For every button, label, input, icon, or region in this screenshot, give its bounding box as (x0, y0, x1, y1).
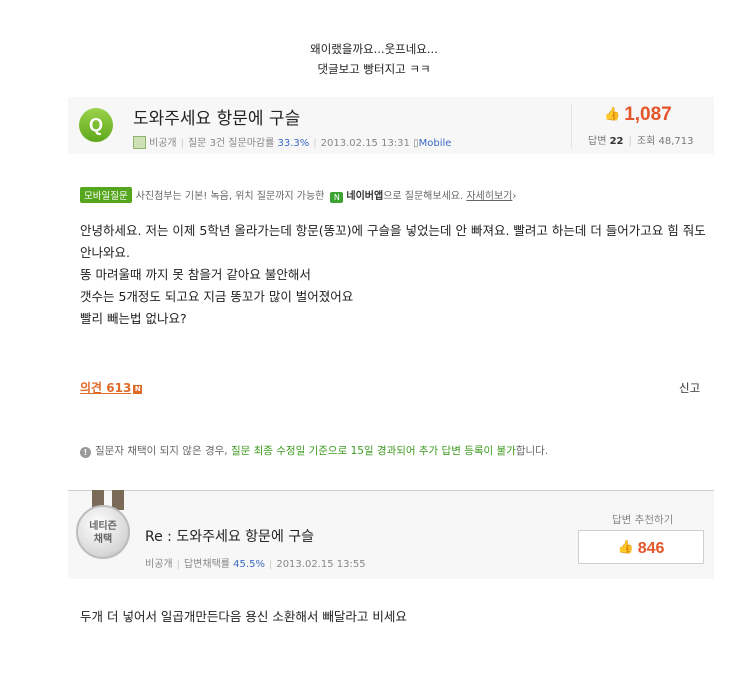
netizen-choice-medal-icon: 네티즌 채택 (76, 505, 130, 559)
mobile-question-tag: 모바일질문 (80, 187, 132, 203)
notice-text-2: 합니다. (515, 445, 549, 457)
mobile-question-bar: 모바일질문 사진첨부는 기본! 녹음, 위치 질문까지 가능한 N 네이버앱으로 질문… (80, 187, 516, 203)
caption-line-1: 왜이랬을까요...웃프네요... (310, 42, 438, 56)
answer-body: 두개 더 넣어서 일곱개만든다음 용신 소환해서 빼달라고 비세요 (80, 609, 407, 624)
naver-app-suffix: 으로 질문해보세요. (383, 191, 464, 202)
new-badge-icon: N (133, 385, 143, 394)
medal-text-1: 네티즌 (89, 521, 117, 532)
medal-text-2: 채택 (93, 534, 113, 545)
question-platform: Mobile (418, 138, 452, 149)
question-q-icon: Q (79, 108, 113, 142)
recommend-count: 846 (637, 540, 665, 557)
question-body-line: 빨리 빼는법 없나요? (80, 311, 187, 326)
report-button[interactable]: 신고 (679, 380, 700, 396)
question-close-rate: 33.3% (277, 138, 310, 149)
answer-meta: 비공개 | 답변채택률 45.5% | 2013.02.15 13:55 (145, 559, 366, 570)
answer-adopt-rate: 45.5% (233, 559, 265, 570)
recommend-label: 답변 추천하기 (612, 514, 674, 526)
answer-title: Re : 도와주세요 항문에 구슬 (145, 529, 315, 545)
more-info-link[interactable]: 자세히보기 (466, 191, 512, 202)
answers-count: 22 (609, 136, 624, 147)
answer-date: 2013.02.15 13:55 (276, 559, 366, 570)
opinion-link[interactable]: 의견 613 N (80, 379, 143, 396)
naver-app-icon: N (330, 192, 344, 203)
question-title[interactable]: 도와주세요 항문에 구슬 (133, 104, 300, 129)
question-body-line: 똥 마려울때 까지 못 참을거 같아요 불안해서 (80, 267, 311, 282)
question-likes[interactable]: 👍 1,087 (604, 104, 672, 126)
views-count: 48,713 (658, 136, 694, 147)
question-date: 2013.02.15 13:31 (320, 138, 410, 149)
thumbs-up-icon: 👍 (617, 539, 634, 554)
chevron-right-icon: › (512, 191, 517, 202)
question-body-line: 갯수는 5개정도 되고요 지금 똥꼬가 많이 벌어졌어요 (80, 289, 354, 304)
naver-app-name: 네이버앱 (346, 191, 384, 202)
notice-text-1: 질문자 채택이 되지 않은 경우, (95, 445, 231, 457)
question-author[interactable]: 비공개 (149, 138, 177, 149)
user-avatar-icon (133, 136, 146, 149)
question-likes-count: 1,087 (624, 104, 672, 125)
answers-label: 답변 (588, 136, 607, 147)
question-counters: 답변 22 | 조회 48,713 (588, 136, 694, 147)
info-icon: ! (80, 447, 91, 458)
question-body: 안녕하세요. 저는 이제 5학년 올라가는데 항문(똥꼬)에 구슬을 넣었는데 … (80, 220, 720, 330)
answer-divider (68, 490, 714, 491)
answer-stats: 답변채택률 (183, 559, 230, 570)
answer-author[interactable]: 비공개 (145, 559, 173, 570)
opinion-label: 의견 613 (80, 381, 132, 395)
answer-closed-notice: ! 질문자 채택이 되지 않은 경우, 질문 최종 수정일 기준으로 15일 경과… (80, 443, 548, 458)
notice-text-highlight: 질문 최종 수정일 기준으로 15일 경과되어 추가 답변 등록이 불가 (230, 445, 516, 457)
thumbs-up-icon: 👍 (604, 106, 621, 121)
caption-line-2: 댓글보고 빵터지고 ㅋㅋ (317, 62, 431, 76)
recommend-button[interactable]: 👍 846 (578, 530, 704, 564)
question-body-line: 안녕하세요. 저는 이제 5학년 올라가는데 항문(똥꼬)에 구슬을 넣었는데 … (80, 223, 706, 260)
question-stats: 질문 3건 질문마감률 (187, 138, 275, 149)
question-meta: 비공개 | 질문 3건 질문마감률 33.3% | 2013.02.15 13:31 ▯… (133, 134, 451, 149)
views-label: 조회 (636, 136, 656, 147)
mobile-bar-text: 사진첨부는 기본! 녹음, 위치 질문까지 가능한 (135, 191, 325, 202)
header-divider (571, 104, 572, 148)
